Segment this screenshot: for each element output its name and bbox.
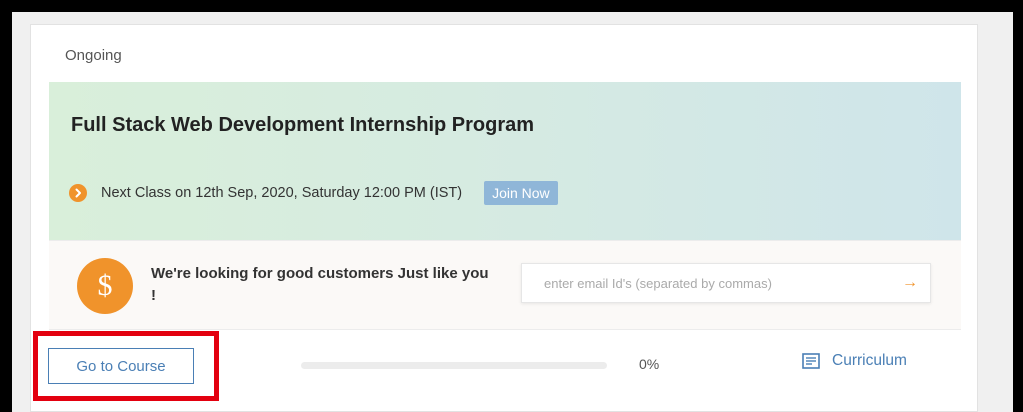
arrow-right-icon[interactable]: → bbox=[890, 264, 930, 302]
page-background: Ongoing Full Stack Web Development Inter… bbox=[12, 12, 1013, 412]
course-status-label: Ongoing bbox=[65, 47, 122, 64]
chevron-right-circle-icon bbox=[69, 184, 87, 202]
course-card: Ongoing Full Stack Web Development Inter… bbox=[30, 24, 978, 412]
curriculum-label: Curriculum bbox=[832, 352, 907, 369]
referral-section: $ We're looking for good customers Just … bbox=[49, 240, 961, 330]
progress-percent: 0% bbox=[639, 356, 660, 372]
course-footer: Go to Course 0% Curriculum bbox=[31, 330, 979, 412]
course-banner: Full Stack Web Development Internship Pr… bbox=[49, 82, 961, 240]
next-class-text: Next Class on 12th Sep, 2020, Saturday 1… bbox=[101, 185, 463, 201]
go-to-course-button[interactable]: Go to Course bbox=[48, 348, 194, 384]
progress-bar bbox=[301, 362, 607, 369]
curriculum-link[interactable]: Curriculum bbox=[802, 352, 907, 370]
dollar-icon: $ bbox=[77, 258, 133, 314]
dollar-symbol: $ bbox=[97, 269, 113, 302]
email-invite-input[interactable] bbox=[522, 264, 890, 302]
join-now-button[interactable]: Join Now bbox=[484, 181, 558, 205]
email-invite-box: → bbox=[521, 263, 931, 303]
course-title: Full Stack Web Development Internship Pr… bbox=[71, 114, 535, 136]
referral-text: We're looking for good customers Just li… bbox=[151, 265, 489, 304]
curriculum-icon bbox=[802, 353, 820, 369]
next-class-row: Next Class on 12th Sep, 2020, Saturday 1… bbox=[69, 181, 558, 205]
